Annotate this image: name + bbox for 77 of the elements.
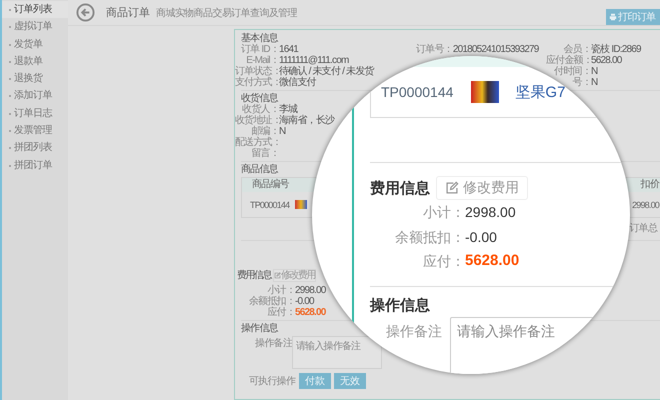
field-value: 待确认 / 未支付 / 未发货 bbox=[279, 66, 374, 77]
field-label: 订单号： bbox=[416, 44, 453, 55]
field-label: 订单 ID： bbox=[240, 44, 279, 55]
sidebar-item[interactable]: 发货单 bbox=[2, 36, 68, 53]
field-label: 支付方式： bbox=[235, 77, 279, 88]
field-value: N bbox=[591, 77, 598, 88]
table-cell: 2998.00 bbox=[632, 200, 659, 210]
field-value: 2998.00 bbox=[295, 285, 326, 296]
field-label: 操作备注 bbox=[254, 336, 292, 351]
field-label: 应付金额： bbox=[546, 55, 591, 66]
sidebar-item[interactable]: 拼团列表 bbox=[2, 139, 68, 157]
section-heading: 商品信息 bbox=[241, 164, 278, 175]
sidebar-item[interactable]: 拼团订单 bbox=[2, 156, 68, 174]
page-subtitle: 商城实物商品交易订单查询及管理 bbox=[156, 6, 298, 20]
field-label: 操作备注 bbox=[384, 322, 442, 340]
section-heading: 费用信息 bbox=[237, 268, 271, 282]
field-label: 邮编： bbox=[250, 126, 279, 137]
field-value: N bbox=[591, 66, 598, 77]
field-value: 微信支付 bbox=[279, 77, 316, 88]
column-header: 扣价 bbox=[640, 178, 659, 192]
field-value: -0.00 bbox=[465, 228, 497, 246]
sidebar-item[interactable]: 退换货 bbox=[2, 70, 68, 88]
field-value: 瓷枝 ID:2869 bbox=[591, 44, 641, 55]
table-cell: TP0000144 bbox=[381, 84, 454, 100]
sidebar-item[interactable]: 发票管理 bbox=[2, 122, 68, 140]
field-value: 海南省，长沙 bbox=[279, 115, 334, 126]
field-label: 可执行操作 bbox=[248, 374, 295, 388]
edit-icon bbox=[445, 181, 459, 195]
field-value: 1111111@111.com bbox=[279, 55, 348, 66]
field-label: 会员： bbox=[562, 44, 591, 55]
sidebar-item[interactable]: 退款单 bbox=[2, 52, 68, 70]
sidebar-item[interactable]: 订单日志 bbox=[2, 104, 68, 122]
field-label: 收货地址： bbox=[235, 115, 279, 126]
section-heading: 操作信息 bbox=[241, 323, 278, 334]
field-label: 付时间： bbox=[553, 66, 591, 77]
table-cell: TP0000144 bbox=[250, 200, 290, 210]
edit-icon bbox=[274, 272, 281, 278]
action-button[interactable]: 无效 bbox=[334, 373, 366, 389]
sidebar-item[interactable]: 订单列表 bbox=[2, 1, 68, 18]
field-value: 201805241015393279 bbox=[452, 44, 539, 55]
product-photo-placeholder bbox=[295, 200, 308, 209]
field-label: 小计： bbox=[267, 285, 295, 296]
field-label: 应付： bbox=[422, 252, 465, 271]
field-label: 余额抵扣： bbox=[394, 228, 465, 246]
field-value: -0.00 bbox=[295, 296, 314, 307]
field-value: 1641 bbox=[279, 44, 298, 55]
field-value: 2998.00 bbox=[465, 203, 516, 222]
field-label: 订单状态： bbox=[235, 66, 279, 77]
order-total-label: 订单总 bbox=[629, 222, 657, 235]
field-label: 留言： bbox=[250, 148, 279, 159]
action-button[interactable]: 付款 bbox=[299, 373, 331, 389]
section-heading: 操作信息 bbox=[370, 296, 431, 314]
section-heading: 收货信息 bbox=[241, 93, 278, 104]
section-heading: 费用信息 bbox=[370, 178, 430, 198]
field-label: 小计： bbox=[422, 203, 465, 222]
field-label: E-Mail： bbox=[246, 55, 279, 66]
field-value: 5628.00 bbox=[295, 307, 326, 318]
page-title: 商品订单 bbox=[106, 6, 150, 20]
field-label: 号： bbox=[572, 77, 591, 88]
sidebar-item[interactable]: 虚拟订单 bbox=[2, 18, 68, 36]
print-button[interactable]: 打印订单 bbox=[606, 8, 660, 24]
field-value: 李城 bbox=[279, 104, 298, 115]
product-name-link[interactable]: 坚果G7 bbox=[515, 82, 566, 102]
printer-icon bbox=[609, 12, 617, 20]
field-label: 配送方式： bbox=[235, 137, 279, 148]
field-value: N bbox=[279, 126, 286, 137]
field-value: 5628.00 bbox=[591, 55, 622, 66]
edit-fee-button[interactable]: 修改费用 bbox=[436, 176, 528, 200]
field-label: 收货人： bbox=[241, 104, 279, 115]
edit-fee-button[interactable]: 修改费用 bbox=[273, 268, 316, 282]
field-label: 余额抵扣： bbox=[248, 296, 295, 307]
column-header: 商品编号 bbox=[252, 178, 289, 192]
section-heading: 基本信息 bbox=[241, 33, 278, 44]
field-value: 5628.00 bbox=[465, 251, 520, 271]
sidebar-item[interactable]: 添加订单 bbox=[2, 87, 68, 105]
product-photo-placeholder bbox=[471, 81, 500, 103]
field-label: 应付： bbox=[266, 307, 295, 318]
